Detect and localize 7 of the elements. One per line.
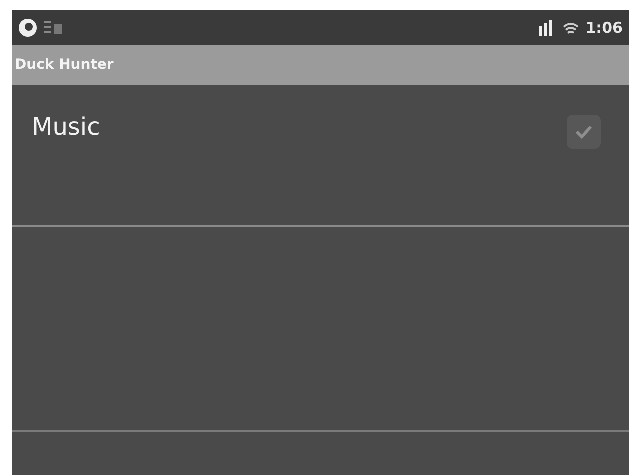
- setting-label: Music: [32, 113, 100, 141]
- check-icon: [574, 124, 594, 140]
- notification-icon: [44, 20, 64, 36]
- clock: 1:06: [586, 18, 623, 36]
- checkbox[interactable]: [567, 115, 601, 149]
- window-title: Duck Hunter: [15, 57, 114, 73]
- app-icon: [18, 18, 38, 38]
